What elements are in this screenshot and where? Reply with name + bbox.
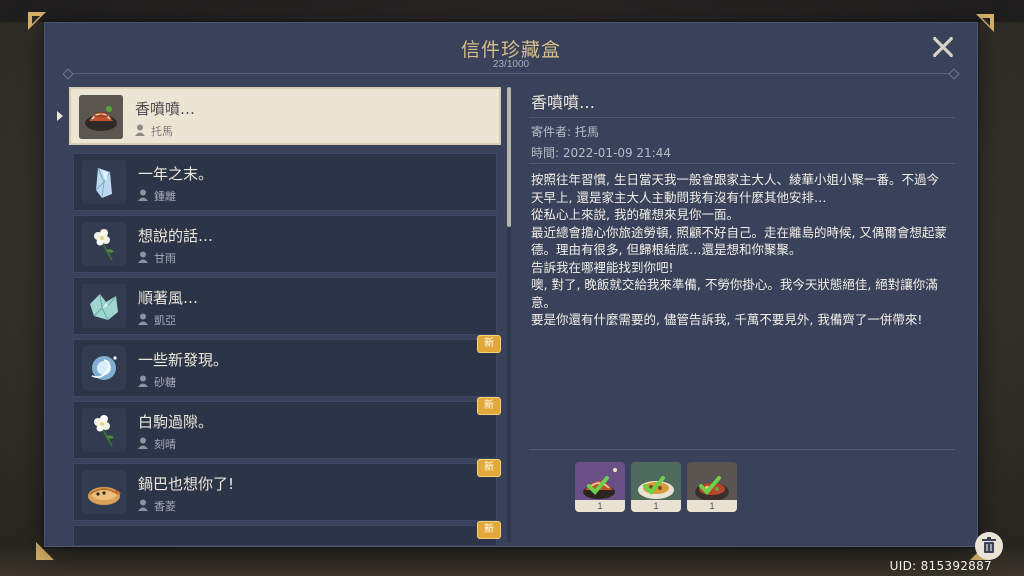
letter-title: 鍋巴也想你了! xyxy=(138,475,235,493)
person-icon xyxy=(138,437,148,449)
background-bottom xyxy=(0,548,1024,576)
letter-detail: 香噴噴… 寄件者: 托馬 時間: 2022-01-09 21:44 按照往年習慣… xyxy=(529,85,1003,560)
divider xyxy=(529,449,955,450)
qingxin-flower-icon xyxy=(82,408,126,452)
divider xyxy=(529,117,955,118)
close-button[interactable] xyxy=(931,35,955,59)
close-icon xyxy=(932,36,954,58)
letter-title: 一些新發現。 xyxy=(138,351,229,369)
letter-sender: 托馬 xyxy=(151,125,173,138)
new-badge: 新 xyxy=(478,398,500,414)
trash-icon xyxy=(982,537,996,553)
letter-sender: 鍾離 xyxy=(154,190,176,203)
panel-title: 信件珍藏盒 xyxy=(460,39,561,61)
person-icon xyxy=(138,251,148,263)
delete-button[interactable] xyxy=(975,532,1003,560)
letter-paragraph: 最近總會擔心你旅途勞頓, 照顧不好自己。走在離島的時候, 又偶爾會想起蒙德。理由… xyxy=(531,224,947,258)
person-icon xyxy=(135,124,145,136)
attachment-item[interactable]: 1 xyxy=(631,462,681,512)
list-scrollbar[interactable] xyxy=(507,87,511,543)
qingxin-flower-icon xyxy=(82,222,126,266)
letter-title: 順著風… xyxy=(138,289,199,307)
letter-row[interactable]: 一年之末。 鍾離 xyxy=(73,153,497,211)
anemo-orb-icon xyxy=(82,346,126,390)
letter-title: 一年之末。 xyxy=(138,165,214,183)
new-badge: 新 xyxy=(478,522,500,538)
detail-sender: 寄件者: 托馬 xyxy=(531,125,599,139)
letter-sender: 砂糖 xyxy=(154,376,176,389)
letter-sender: 香菱 xyxy=(154,500,176,513)
letter-row[interactable]: 一些新發現。 砂糖 新 xyxy=(73,336,500,397)
player-uid: UID: 815392887 xyxy=(889,559,992,573)
attachment-quantity: 1 xyxy=(631,500,681,512)
letter-row[interactable]: 新 xyxy=(73,522,500,545)
letter-paragraph: 要是你還有什麼需要的, 儘管告訴我, 千萬不要見外, 我備齊了一併帶來! xyxy=(531,312,923,327)
selection-indicator-icon xyxy=(57,111,63,121)
letter-sender: 凱亞 xyxy=(154,314,176,327)
letter-title: 想說的話… xyxy=(138,227,214,245)
divider xyxy=(529,163,955,164)
letter-row[interactable]: 鍋巴也想你了! 香菱 新 xyxy=(73,460,500,521)
letter-paragraph: 噢, 對了, 晚飯就交給我來準備, 不勞你掛心。我今天狀態絕佳, 絕對讓你滿意。 xyxy=(531,277,938,310)
attachment-item[interactable]: 1 xyxy=(687,462,737,512)
new-badge: 新 xyxy=(478,336,500,352)
letter-list: 香噴噴… 托馬 一年之末。 鍾離 想說的話… 甘雨 順著風… 凱亞 一些新發現。… xyxy=(67,85,507,545)
letter-body: 按照往年習慣, 生日當天我一般會跟家主大人、綾華小姐小聚一番。不過今天早上, 還… xyxy=(531,171,951,329)
person-icon xyxy=(138,189,148,201)
attachment-quantity: 1 xyxy=(575,500,625,512)
letter-row[interactable]: 香噴噴… 托馬 xyxy=(69,87,501,145)
letter-paragraph: 按照往年習慣, 生日當天我一般會跟家主大人、綾華小姐小聚一番。不過今天早上, 還… xyxy=(531,172,939,205)
new-badge: 新 xyxy=(478,460,500,476)
letter-sender: 刻晴 xyxy=(154,438,176,451)
detail-time: 時間: 2022-01-09 21:44 xyxy=(531,146,671,160)
letter-count: 23/1000 xyxy=(492,59,530,70)
title-divider xyxy=(67,73,955,74)
grilled-meat-icon xyxy=(79,95,123,139)
guoba-icon xyxy=(82,470,126,514)
background-topbar xyxy=(0,0,1024,22)
person-icon xyxy=(138,313,148,325)
person-icon xyxy=(138,375,148,387)
letter-title: 香噴噴… xyxy=(135,100,196,118)
letter-row[interactable]: 順著風… 凱亞 xyxy=(73,277,497,335)
letter-paragraph: 告訴我在哪裡能找到你吧! xyxy=(531,259,674,275)
attachment-item[interactable]: 1 xyxy=(575,462,625,512)
attachment-quantity: 1 xyxy=(687,500,737,512)
crystal-chunk-icon xyxy=(82,284,126,328)
detail-title: 香噴噴… xyxy=(531,93,596,112)
letter-title: 白駒過隙。 xyxy=(138,413,214,431)
letter-row[interactable]: 白駒過隙。 刻晴 新 xyxy=(73,398,500,459)
crystal-icon xyxy=(82,160,126,204)
scrollbar-thumb[interactable] xyxy=(507,87,511,227)
letter-paragraph: 從私心上來說, 我的確想來見你一面。 xyxy=(531,207,739,222)
person-icon xyxy=(138,499,148,511)
letter-row[interactable]: 想說的話… 甘雨 xyxy=(73,215,497,273)
mail-collection-panel: 信件珍藏盒 23/1000 香噴噴… 托馬 一年之末。 鍾離 想說的話… 甘雨 … xyxy=(44,22,1003,560)
letter-sender: 甘雨 xyxy=(154,252,176,265)
